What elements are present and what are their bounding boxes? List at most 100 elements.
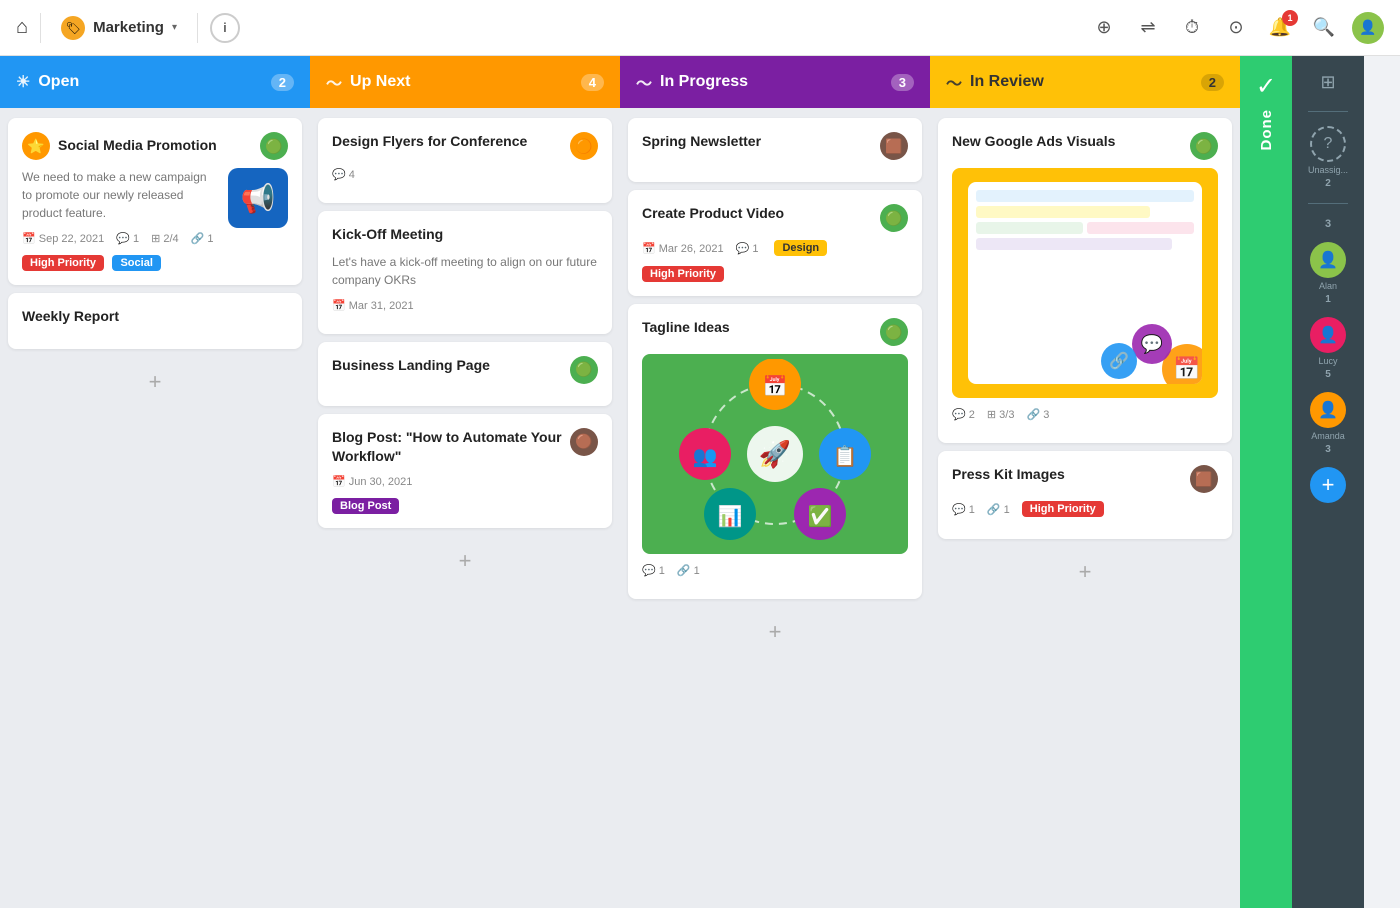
column-inprogress-label: In Progress [660,73,748,91]
card-social-header: ⭐ Social Media Promotion 🟢 [22,132,288,160]
card-product-video[interactable]: Create Product Video 🟢 📅 Mar 26, 2021 💬 … [628,190,922,296]
card-design-flyers[interactable]: Design Flyers for Conference 🟠 💬 4 [318,118,612,203]
alan-name: Alan [1319,281,1337,291]
card-spring-newsletter[interactable]: Spring Newsletter 🟫 [628,118,922,182]
notifications-button[interactable]: 🔔 1 [1264,12,1296,44]
add-button[interactable]: ⊕ [1088,12,1120,44]
design-flyers-comments: 💬 4 [332,168,355,181]
add-card-upnext[interactable]: + [318,540,612,582]
add-icon: ⊕ [1096,17,1111,38]
design-flyers-header: Design Flyers for Conference 🟠 [332,132,598,160]
card-social-media[interactable]: ⭐ Social Media Promotion 🟢 We need to ma… [8,118,302,285]
tag-high-priority-video: High Priority [642,266,724,282]
social-media-tags: High Priority Social [22,253,288,271]
blog-post-tags: Blog Post [332,496,598,514]
business-landing-title: Business Landing Page [332,356,490,376]
tagline-comments: 💬 1 [642,564,665,577]
social-media-meta: 📅 Sep 22, 2021 💬 1 ⊞ 2/4 🔗 1 [22,232,288,245]
product-video-date: 📅 Mar 26, 2021 [642,242,724,255]
social-media-desc: We need to make a new campaign to promot… [22,168,218,222]
press-kit-avatar: 🟫 [1190,465,1218,493]
column-header-inprogress: 〜 In Progress 3 [620,56,930,108]
spring-newsletter-avatar: 🟫 [880,132,908,160]
add-card-inprogress[interactable]: + [628,611,922,653]
column-inprogress-count: 3 [891,74,914,91]
workspace-name: Marketing [93,19,164,36]
notification-badge: 1 [1282,10,1298,26]
add-card-inreview[interactable]: + [938,551,1232,593]
svg-text:🚀: 🚀 [759,439,791,469]
unassigned-count: 2 [1325,178,1331,189]
tag-blog-post: Blog Post [332,498,399,514]
tagline-title: Tagline Ideas [642,318,730,338]
alan-count: 1 [1325,294,1331,305]
column-open-body: ⭐ Social Media Promotion 🟢 We need to ma… [0,108,310,908]
timer-button[interactable]: ⏱ [1176,12,1208,44]
right-panel: ⊞ ? Unassig... 2 3 👤 Alan 1 👤 Lucy 5 👤 A… [1292,56,1364,908]
kickoff-header: Kick-Off Meeting [332,225,598,245]
layout-icon: ⇌ [1140,17,1155,38]
card-kickoff[interactable]: Kick-Off Meeting Let's have a kick-off m… [318,211,612,334]
spring-newsletter-title: Spring Newsletter [642,132,761,152]
home-icon[interactable]: ⌂ [16,16,28,39]
meta-tasks: ⊞ 2/4 [151,232,179,245]
blog-post-avatar: 🟤 [570,428,598,456]
business-landing-header: Business Landing Page 🟢 [332,356,598,384]
google-ads-meta: 💬 2 ⊞ 3/3 🔗 3 [952,408,1218,421]
card-google-ads[interactable]: New Google Ads Visuals 🟢 📅 [938,118,1232,443]
assignee-alan[interactable]: 👤 Alan 1 [1310,242,1346,305]
done-label: Done [1258,109,1275,151]
card-tagline-ideas[interactable]: Tagline Ideas 🟢 🚀 📅 [628,304,922,599]
user-avatar[interactable]: 👤 [1352,12,1384,44]
amanda-count: 3 [1325,444,1331,455]
column-open-count: 2 [271,74,294,91]
card-business-landing[interactable]: Business Landing Page 🟢 [318,342,612,406]
google-ads-comments: 💬 2 [952,408,975,421]
workspace-selector[interactable]: 🏷 Marketing ▾ [53,12,185,44]
product-video-avatar: 🟢 [880,204,908,232]
alan-avatar: 👤 [1310,242,1346,278]
nav-divider-2 [197,13,198,43]
social-media-thumb: 📢 [228,168,288,228]
tagline-meta: 💬 1 🔗 1 [642,564,908,577]
assignee-lucy[interactable]: 👤 Lucy 5 [1310,317,1346,380]
panel-layout-icon[interactable]: ⊞ [1316,68,1339,97]
inprogress-icon: 〜 [636,70,652,94]
search-icon: 🔍 [1313,17,1335,38]
check-button[interactable]: ⊙ [1220,12,1252,44]
press-kit-header: Press Kit Images 🟫 [952,465,1218,493]
add-assignee-button[interactable]: + [1310,467,1346,503]
google-ads-thumb: 📅 💬 🔗 [952,168,1218,398]
lucy-count: 5 [1325,369,1331,380]
google-ads-avatar: 🟢 [1190,132,1218,160]
product-video-header: Create Product Video 🟢 [642,204,908,232]
meta-comments: 💬 1 [116,232,139,245]
google-ads-tasks: ⊞ 3/3 [987,408,1015,421]
weekly-report-title: Weekly Report [22,307,119,327]
column-upnext-label: Up Next [350,73,410,91]
kickoff-meta: 📅 Mar 31, 2021 [332,299,598,312]
svg-text:✅: ✅ [808,504,833,528]
assignee-unassigned[interactable]: ? Unassig... 2 [1308,126,1348,189]
upnext-icon: 〜 [326,70,342,94]
column-open-label: Open [38,73,79,91]
product-video-title: Create Product Video [642,204,784,224]
column-header-upnext: 〜 Up Next 4 [310,56,620,108]
search-button[interactable]: 🔍 [1308,12,1340,44]
google-ads-links: 🔗 3 [1026,408,1049,421]
spring-newsletter-header: Spring Newsletter 🟫 [642,132,908,160]
assignee-amanda[interactable]: 👤 Amanda 3 [1310,392,1346,455]
card-press-kit[interactable]: Press Kit Images 🟫 💬 1 🔗 1 High Priority [938,451,1232,539]
add-card-open[interactable]: + [8,361,302,403]
blog-post-header: Blog Post: "How to Automate Your Workflo… [332,428,598,467]
product-video-tags: High Priority [642,264,908,282]
card-weekly-report[interactable]: Weekly Report [8,293,302,349]
tag-design: Design [774,240,827,256]
card-blog-post[interactable]: Blog Post: "How to Automate Your Workflo… [318,414,612,528]
press-kit-links: 🔗 1 [987,503,1010,516]
product-video-comments: 💬 1 [736,242,759,255]
info-button[interactable]: i [210,13,240,43]
column-header-open: ☀ Open 2 [0,56,310,108]
design-flyers-meta: 💬 4 [332,168,598,181]
layout-button[interactable]: ⇌ [1132,12,1164,44]
